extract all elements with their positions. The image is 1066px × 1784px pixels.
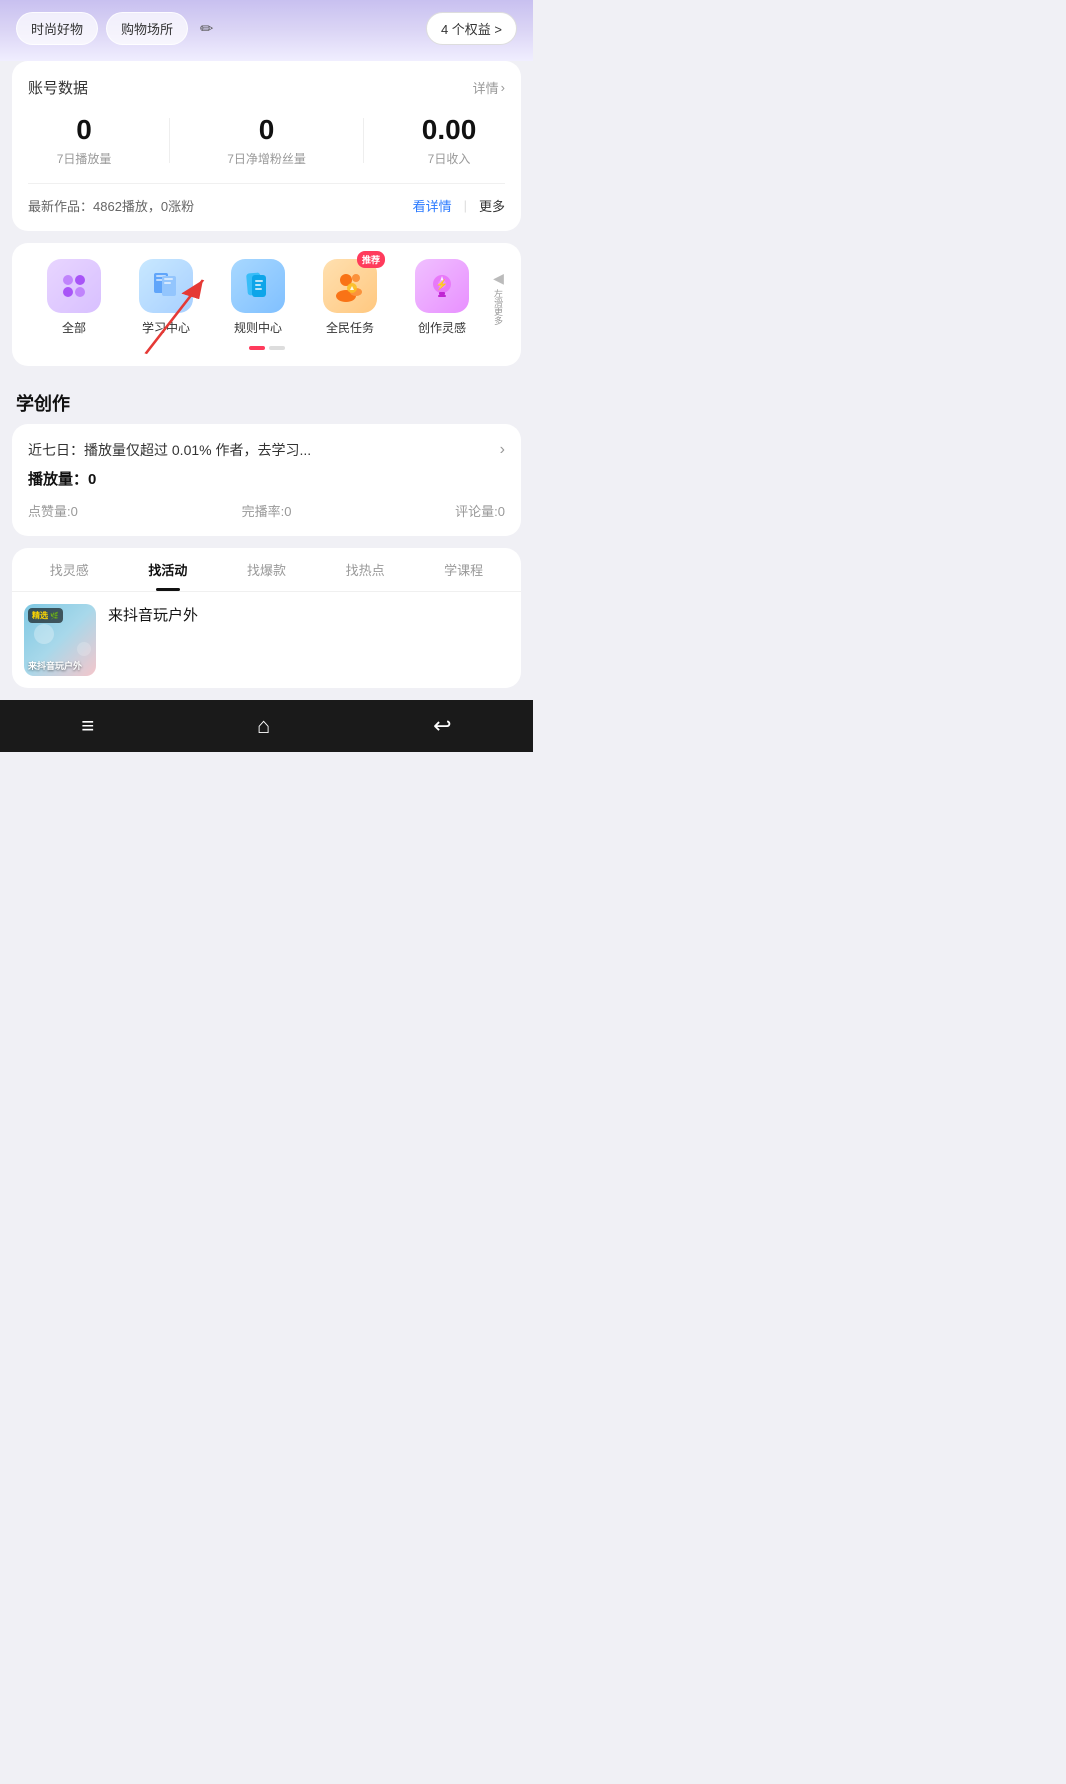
nav-home-icon[interactable]: ⌂: [257, 713, 270, 739]
account-card-title: 账号数据: [28, 77, 88, 98]
note-icon: [240, 268, 276, 304]
pagination-dots: [28, 346, 505, 350]
learn-stat-comments: 评论量:0: [455, 501, 505, 520]
more-link[interactable]: 更多: [479, 196, 505, 215]
stat-fans: 0 7日净增粉丝量: [227, 114, 306, 167]
tool-all[interactable]: 全部: [28, 259, 120, 336]
tool-rules-label: 规则中心: [234, 319, 282, 336]
tool-all-icon: [47, 259, 101, 313]
tools-grid: 全部 学习中心: [28, 259, 505, 336]
slide-arrow-icon: ◀: [493, 270, 504, 287]
stat-divider-2: [363, 118, 364, 163]
edit-icon[interactable]: ✏: [200, 19, 213, 39]
tool-inspiration-label: 创作灵感: [418, 319, 466, 336]
stat-plays-label: 7日播放量: [57, 150, 112, 167]
tag-shopping[interactable]: 购物场所: [106, 12, 188, 45]
tag-fashion[interactable]: 时尚好物: [16, 12, 98, 45]
tab-content: 精选 🌿 来抖音玩户外 来抖音玩户外: [12, 592, 521, 688]
tab-hotspot[interactable]: 找热点: [316, 548, 415, 591]
card-header: 账号数据 详情 ›: [28, 77, 505, 98]
svg-text:⚡: ⚡: [436, 278, 448, 291]
tool-rules[interactable]: 规则中心: [212, 259, 304, 336]
learn-section-title: 学创作: [0, 378, 533, 424]
dot-2: [269, 346, 285, 350]
thumb-text: 来抖音玩户外: [28, 659, 92, 672]
content-tabs-card: 找灵感 找活动 找爆款 找热点 学课程 精选 🌿 来抖音玩户外 来抖音玩户外: [12, 548, 521, 688]
view-detail-link[interactable]: 看详情: [413, 196, 452, 215]
stat-income: 0.00 7日收入: [422, 114, 477, 167]
learn-card-text: 近七日：播放量仅超过 0.01% 作者，去学习...: [28, 440, 311, 460]
people-icon: [332, 268, 368, 304]
thumb-badge: 精选 🌿: [28, 608, 63, 623]
tool-tasks-label: 全民任务: [326, 319, 374, 336]
tab-content-title: 来抖音玩户外: [108, 604, 198, 625]
app-container: 时尚好物 购物场所 ✏ 4 个权益 > 账号数据 详情 › 0 7日播放量 0 …: [0, 0, 533, 752]
nav-menu-icon[interactable]: ≡: [81, 713, 94, 739]
rights-button[interactable]: 4 个权益 >: [426, 12, 517, 45]
tabs-header: 找灵感 找活动 找爆款 找热点 学课程: [12, 548, 521, 592]
learn-card-row: 近七日：播放量仅超过 0.01% 作者，去学习... ›: [28, 440, 505, 460]
book-icon: [148, 268, 184, 304]
tool-learning-icon: [139, 259, 193, 313]
slide-hint: ◀ 左滑更多: [492, 270, 505, 325]
slide-hint-text: 左滑更多: [492, 289, 505, 325]
stat-plays-value: 0: [57, 114, 112, 146]
account-card: 账号数据 详情 › 0 7日播放量 0 7日净增粉丝量 0.00 7日收入 最新: [12, 61, 521, 231]
top-tags: 时尚好物 购物场所 ✏: [16, 12, 213, 45]
learn-stat-completion: 完播率:0: [242, 501, 292, 520]
tool-all-label: 全部: [62, 319, 86, 336]
card-footer: 最新作品：4862播放，0涨粉 看详情 | 更多: [28, 183, 505, 215]
tab-activities[interactable]: 找活动: [119, 548, 218, 591]
bulb-icon: ⚡: [424, 268, 460, 304]
dot-1: [249, 346, 265, 350]
stat-plays: 0 7日播放量: [57, 114, 112, 167]
tab-trending[interactable]: 找爆款: [217, 548, 316, 591]
nav-back-icon[interactable]: ↩: [433, 713, 451, 739]
learn-stats-row: 点赞量:0 完播率:0 评论量:0: [28, 501, 505, 520]
tab-inspiration[interactable]: 找灵感: [20, 548, 119, 591]
tool-inspiration-icon: ⚡: [415, 259, 469, 313]
detail-link[interactable]: 详情 ›: [473, 78, 505, 97]
content-thumbnail: 精选 🌿 来抖音玩户外: [24, 604, 96, 676]
tool-tasks-icon: 推荐: [323, 259, 377, 313]
purple-dots-icon: [58, 270, 90, 302]
learn-stat-likes: 点赞量:0: [28, 501, 78, 520]
bottom-nav: ≡ ⌂ ↩: [0, 700, 533, 752]
footer-separator: |: [464, 198, 467, 213]
recommend-badge: 推荐: [357, 251, 385, 268]
tool-inspiration[interactable]: ⚡ 创作灵感: [396, 259, 488, 336]
stat-income-value: 0.00: [422, 114, 477, 146]
stat-income-label: 7日收入: [422, 150, 477, 167]
learn-plays: 播放量：0: [28, 468, 505, 489]
learn-card[interactable]: 近七日：播放量仅超过 0.01% 作者，去学习... › 播放量：0 点赞量:0…: [12, 424, 521, 536]
tool-rules-icon: [231, 259, 285, 313]
stats-row: 0 7日播放量 0 7日净增粉丝量 0.00 7日收入: [28, 114, 505, 167]
tool-learning-label: 学习中心: [142, 319, 190, 336]
tools-card: 全部 学习中心: [12, 243, 521, 366]
top-bar: 时尚好物 购物场所 ✏ 4 个权益 >: [0, 0, 533, 61]
stat-fans-label: 7日净增粉丝量: [227, 150, 306, 167]
latest-work-text: 最新作品：4862播放，0涨粉: [28, 196, 194, 215]
learn-card-arrow: ›: [500, 441, 505, 459]
footer-actions: 看详情 | 更多: [413, 196, 505, 215]
tool-tasks[interactable]: 推荐 全民任务: [304, 259, 396, 336]
stat-divider-1: [169, 118, 170, 163]
stat-fans-value: 0: [227, 114, 306, 146]
tab-courses[interactable]: 学课程: [414, 548, 513, 591]
tool-learning[interactable]: 学习中心: [120, 259, 212, 336]
